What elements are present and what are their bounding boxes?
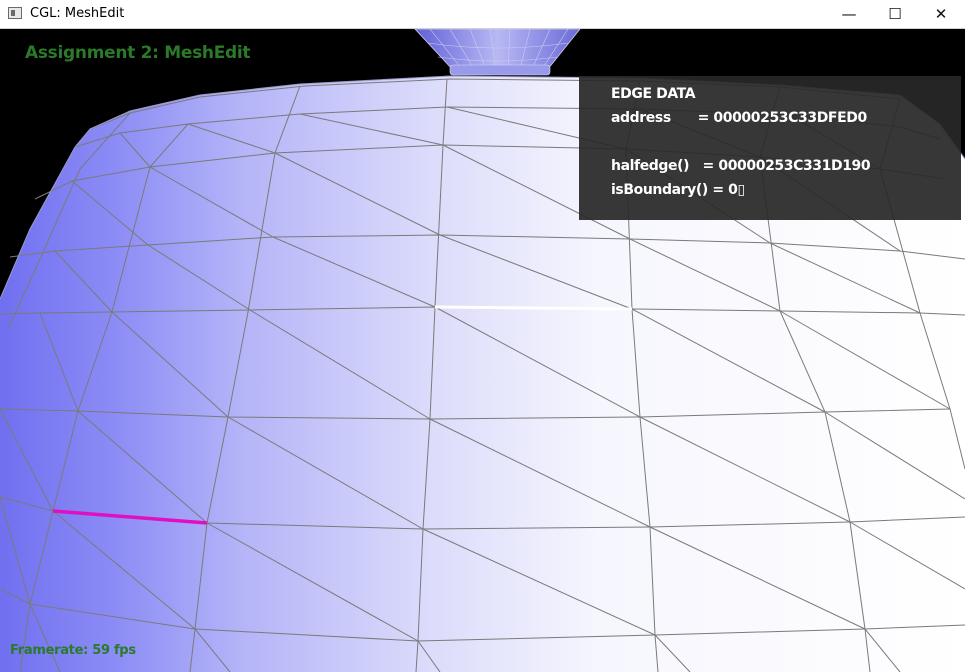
close-button[interactable]: ✕ xyxy=(918,0,964,28)
app-window-icon xyxy=(8,7,22,19)
maximize-button[interactable]: ☐ xyxy=(872,0,918,28)
minimize-button[interactable]: — xyxy=(826,0,872,28)
mesh-viewport[interactable]: Assignment 2: MeshEdit EDGE DATA address… xyxy=(0,29,965,672)
hovered-edge[interactable] xyxy=(434,305,633,311)
lid-knob-base xyxy=(449,64,551,76)
edge-data-panel: EDGE DATA address = 00000253C33DFED0 hal… xyxy=(579,76,961,220)
window-titlebar[interactable]: CGL: MeshEdit — ☐ ✕ xyxy=(0,0,965,29)
edge-data-heading: EDGE DATA xyxy=(611,86,696,102)
edge-address-line: address = 00000253C33DFED0 xyxy=(611,110,867,126)
window-title: CGL: MeshEdit xyxy=(30,6,125,21)
edge-boundary-line: isBoundary() = 0▯ xyxy=(611,182,745,198)
edge-halfedge-line: halfedge() = 00000253C331D190 xyxy=(611,158,871,174)
framerate-readout: Framerate: 59 fps xyxy=(10,643,136,658)
hud-title: Assignment 2: MeshEdit xyxy=(25,43,251,63)
